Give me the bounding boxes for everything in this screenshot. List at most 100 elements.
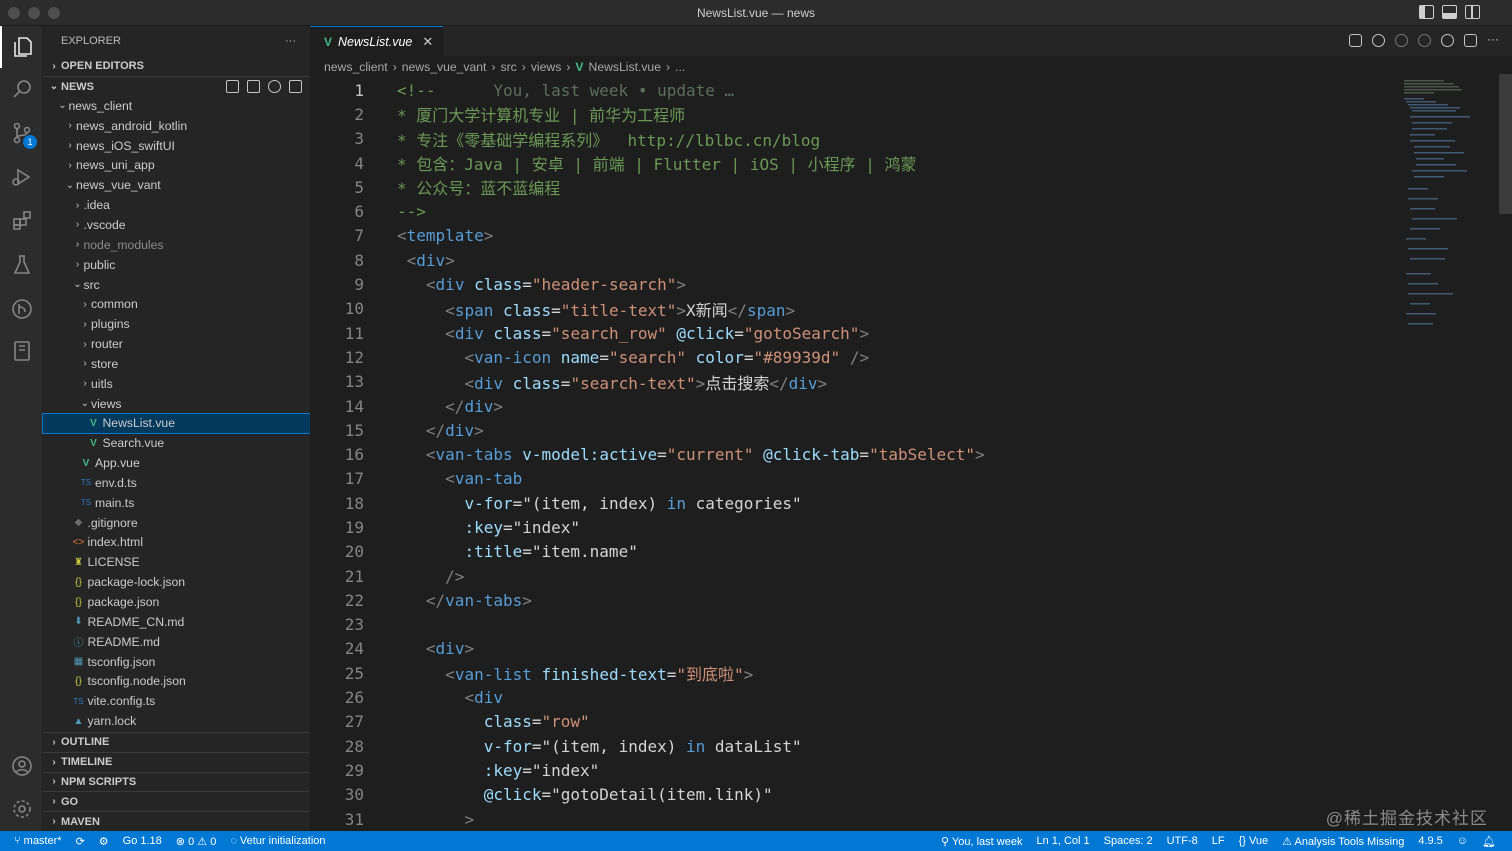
folder-item[interactable]: › node_modules <box>43 235 310 255</box>
close-window-button[interactable] <box>8 7 20 19</box>
breadcrumb-item[interactable]: news_client <box>324 60 388 74</box>
folder-item[interactable]: ⌄ news_vue_vant <box>43 175 310 195</box>
feedback-icon[interactable]: ☺ <box>1457 835 1468 847</box>
folder-item[interactable]: › uitls <box>43 374 310 394</box>
more-actions-icon[interactable]: ··· <box>285 35 296 47</box>
new-folder-icon[interactable] <box>247 80 260 93</box>
file-item[interactable]: TS main.ts <box>43 493 310 513</box>
code-line[interactable]: 28 v-for="(item, index) in dataList" <box>310 734 1400 758</box>
code-line[interactable]: 12 <van-icon name="search" color="#89939… <box>310 345 1400 369</box>
file-item[interactable]: TS env.d.ts <box>43 473 310 493</box>
file-item[interactable]: TS vite.config.ts <box>43 691 310 711</box>
folder-item[interactable]: › .vscode <box>43 215 310 235</box>
minimap[interactable] <box>1400 78 1500 338</box>
file-item[interactable]: ⬇ README_CN.md <box>43 612 310 632</box>
file-item[interactable]: V NewsList.vue <box>42 412 311 435</box>
collapse-all-icon[interactable] <box>289 80 302 93</box>
cursor-position[interactable]: Ln 1, Col 1 <box>1036 835 1089 847</box>
timeline-icon[interactable] <box>1441 34 1454 47</box>
file-item[interactable]: {} package.json <box>43 592 310 612</box>
code-line[interactable]: 18 v-for="(item, index) in categories" <box>310 491 1400 515</box>
code-line[interactable]: 21 /> <box>310 564 1400 588</box>
code-line[interactable]: 5 * 公众号：蓝不蓝编程 <box>310 175 1400 199</box>
file-item[interactable]: ▦ tsconfig.json <box>43 652 310 672</box>
folder-item[interactable]: › news_iOS_swiftUI <box>43 136 310 156</box>
next-change-icon[interactable] <box>1418 34 1431 47</box>
folder-item[interactable]: ⌄ src <box>43 275 310 295</box>
search-activity[interactable] <box>0 68 43 110</box>
window-controls[interactable] <box>8 7 60 19</box>
code-line[interactable]: 23 <box>310 613 1400 637</box>
tab-newslist-vue[interactable]: V NewsList.vue ✕ <box>310 26 444 56</box>
go-version[interactable]: Go 1.18 <box>123 835 162 847</box>
breadcrumb-item[interactable]: ... <box>675 60 685 74</box>
code-line[interactable]: 19 :key="index" <box>310 515 1400 539</box>
code-line[interactable]: 3 * 专注《零基础学编程系列》 http://lblbc.cn/blog <box>310 127 1400 151</box>
code-line[interactable]: 13 <div class="search-text">点击搜索</div> <box>310 370 1400 394</box>
file-item[interactable]: ⓘ README.md <box>43 632 310 652</box>
code-line[interactable]: 31 > <box>310 807 1400 831</box>
problems-item[interactable]: ⊗ 0 ⚠ 0 <box>176 835 217 848</box>
code-line[interactable]: 30 @click="gotoDetail(item.link)" <box>310 783 1400 807</box>
more-editor-actions-icon[interactable]: ··· <box>1487 33 1500 47</box>
code-line[interactable]: 8 <div> <box>310 248 1400 272</box>
section-go[interactable]: › GO <box>43 791 310 811</box>
folder-item[interactable]: ⌄ news_client <box>43 96 310 116</box>
file-item[interactable]: V App.vue <box>43 453 310 473</box>
code-line[interactable]: 27 class="row" <box>310 710 1400 734</box>
manage-activity[interactable] <box>0 788 43 830</box>
toggle-secondary-sidebar-icon[interactable] <box>1465 5 1480 19</box>
code-line[interactable]: 22 </van-tabs> <box>310 588 1400 612</box>
code-line[interactable]: 11 <div class="search_row" @click="gotoS… <box>310 321 1400 345</box>
folder-item[interactable]: › .idea <box>43 195 310 215</box>
vertical-scrollbar[interactable] <box>1499 74 1512 214</box>
file-item[interactable]: {} package-lock.json <box>43 572 310 592</box>
file-item[interactable]: ◆ .gitignore <box>43 513 310 533</box>
section-timeline[interactable]: › TIMELINE <box>43 751 310 772</box>
run-debug-activity[interactable] <box>0 156 43 198</box>
code-editor[interactable]: 1 <!-- You, last week • update … 2 * 厦门大学计算… <box>310 78 1400 831</box>
extensions-activity[interactable] <box>0 200 43 242</box>
folder-item[interactable]: › news_uni_app <box>43 156 310 176</box>
folder-item[interactable]: › store <box>43 354 310 374</box>
folder-item[interactable]: › plugins <box>43 314 310 334</box>
ts-version[interactable]: 4.9.5 <box>1418 835 1442 847</box>
toggle-panel-icon[interactable] <box>1442 5 1457 19</box>
breadcrumb-item[interactable]: src <box>501 60 517 74</box>
notifications-icon[interactable]: 🔔︎ <box>1482 835 1496 848</box>
encoding[interactable]: UTF-8 <box>1167 835 1198 847</box>
code-line[interactable]: 2 * 厦门大学计算机专业 | 前华为工程师 <box>310 102 1400 126</box>
code-line[interactable]: 9 <div class="header-search"> <box>310 272 1400 296</box>
folder-item[interactable]: › public <box>43 255 310 275</box>
analysis-tools-status[interactable]: ⚠ Analysis Tools Missing <box>1282 835 1404 848</box>
liveshare-icon[interactable]: ⚙ <box>99 835 109 848</box>
indentation[interactable]: Spaces: 2 <box>1104 835 1153 847</box>
section-outline[interactable]: › OUTLINE <box>43 732 310 752</box>
open-editors-section[interactable]: › OPEN EDITORS <box>43 56 310 76</box>
language-mode[interactable]: {} Vue <box>1239 835 1269 847</box>
source-control-activity[interactable]: 1 <box>0 112 43 154</box>
breadcrumb-item[interactable]: news_vue_vant <box>402 60 487 74</box>
section-npm-scripts[interactable]: › NPM SCRIPTS <box>43 771 310 792</box>
previous-change-icon[interactable] <box>1395 34 1408 47</box>
breadcrumb-item[interactable]: NewsList.vue <box>589 60 661 74</box>
code-line[interactable]: 6 --> <box>310 199 1400 223</box>
open-changes-icon[interactable] <box>1349 34 1362 47</box>
branch-item[interactable]: ⑂ master* <box>14 835 62 847</box>
close-tab-icon[interactable]: ✕ <box>422 34 433 50</box>
folder-item[interactable]: › router <box>43 334 310 354</box>
git-graph-activity[interactable] <box>0 288 43 330</box>
explorer-activity[interactable] <box>0 26 43 68</box>
code-line[interactable]: 4 * 包含：Java | 安卓 | 前端 | Flutter | iOS | 小… <box>310 151 1400 175</box>
workspace-root-section[interactable]: ⌄ NEWS <box>43 76 310 96</box>
folder-item[interactable]: › news_android_kotlin <box>43 116 310 136</box>
code-line[interactable]: 20 :title="item.name" <box>310 540 1400 564</box>
file-item[interactable]: ▲ yarn.lock <box>43 711 310 731</box>
code-line[interactable]: 7 <template> <box>310 224 1400 248</box>
file-item[interactable]: <> index.html <box>43 533 310 553</box>
vetur-status[interactable]: ◌ Vetur initialization <box>230 835 325 847</box>
remote-explorer-activity[interactable] <box>0 330 43 372</box>
new-file-icon[interactable] <box>226 80 239 93</box>
code-line[interactable]: 1 <!-- You, last week • update … <box>310 78 1400 102</box>
code-line[interactable]: 24 <div> <box>310 637 1400 661</box>
